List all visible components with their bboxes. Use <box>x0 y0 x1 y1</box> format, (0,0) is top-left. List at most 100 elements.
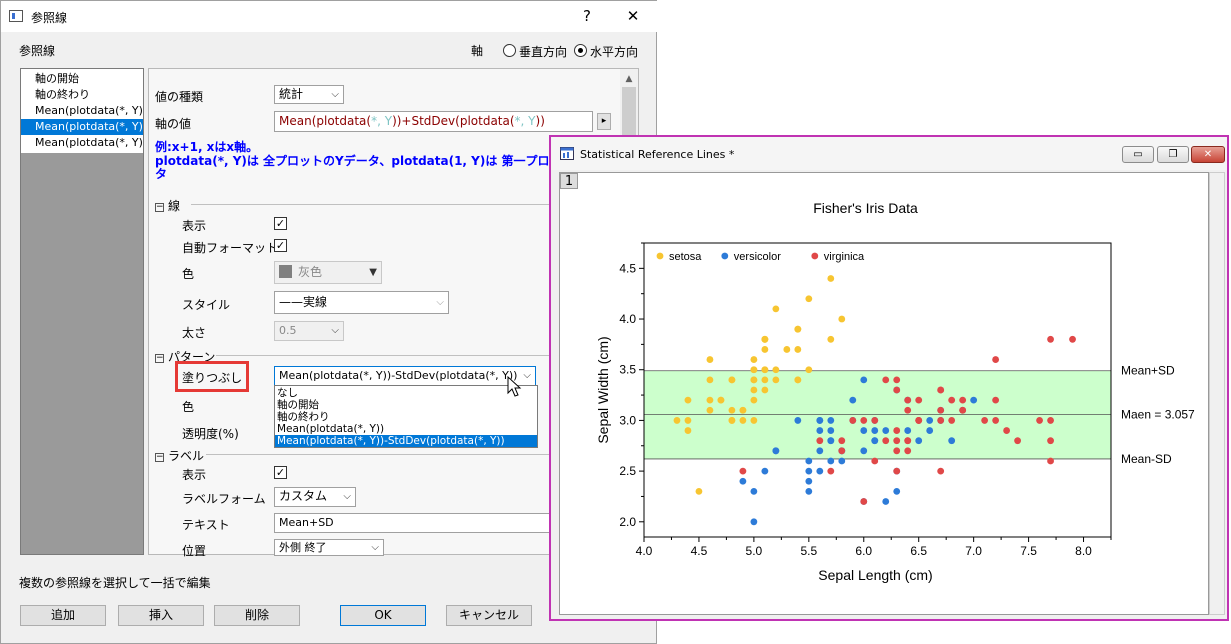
x-tick-label: 4.0 <box>636 544 653 558</box>
data-point-setosa <box>772 376 780 384</box>
tree-item[interactable]: 軸の終わり <box>21 87 143 103</box>
label-section-header[interactable]: − ラベル <box>155 447 204 464</box>
graph-canvas[interactable]: Mean+SD Maen = 3.057 Mean-SD 4.0 4.5 5.0 5.5 6.… <box>559 172 1209 615</box>
page-tab[interactable]: 1 <box>560 173 578 189</box>
data-point-setosa <box>706 396 714 404</box>
data-point-versicolor <box>838 457 846 465</box>
data-point-setosa <box>695 487 703 495</box>
data-point-setosa <box>728 417 736 424</box>
data-point-setosa <box>728 376 736 384</box>
data-point-virginica <box>1047 437 1054 445</box>
x-tick-label: 7.5 <box>1020 544 1037 558</box>
data-point-setosa <box>827 335 835 343</box>
line-color-select[interactable]: 灰色 ▼ <box>274 261 382 284</box>
line-width-select[interactable]: 0.5 ⌵ <box>274 321 344 341</box>
data-point-virginica <box>948 417 956 424</box>
dialog-title-bar[interactable]: 参照線 ? ✕ <box>1 1 658 32</box>
value-type-select[interactable]: 統計 ⌵ <box>274 85 344 104</box>
tree-item[interactable]: Mean(plotdata(*, Y)) <box>21 103 143 119</box>
auto-format-checkbox[interactable]: ✓ <box>274 239 287 252</box>
data-point-virginica <box>893 376 901 384</box>
data-point-setosa <box>794 325 802 333</box>
expand-formula-button[interactable]: ▸ <box>597 113 611 130</box>
label-text-label: テキスト <box>182 518 230 532</box>
line-style-select[interactable]: ——実線 ⌵ <box>274 291 449 314</box>
collapse-icon[interactable]: − <box>155 354 164 363</box>
close-icon[interactable]: ✕ <box>1191 146 1225 163</box>
scatter-plot[interactable]: Mean+SD Maen = 3.057 Mean-SD 4.0 4.5 5.0 5.5 6.… <box>560 173 1208 614</box>
data-point-virginica <box>893 427 901 434</box>
help-button[interactable]: ? <box>577 6 597 26</box>
collapse-icon[interactable]: − <box>155 203 164 212</box>
data-point-setosa <box>838 315 846 323</box>
line-style-value: ——実線 <box>279 295 328 309</box>
canvas-scrollbar[interactable] <box>1209 172 1225 615</box>
tree-item-selected[interactable]: Mean(plotdata(*, Y)) <box>21 119 143 135</box>
data-point-virginica <box>882 437 890 445</box>
data-point-virginica <box>838 437 846 445</box>
data-point-setosa <box>750 376 758 384</box>
dropdown-option[interactable]: 軸の開始 <box>275 399 537 411</box>
dropdown-option[interactable]: なし <box>275 387 537 399</box>
tree-item[interactable]: 軸の開始 <box>21 71 143 87</box>
data-point-setosa <box>706 406 714 414</box>
legend-marker <box>811 252 819 260</box>
data-point-setosa <box>805 366 813 374</box>
fill-dropdown-list[interactable]: なし 軸の開始 軸の終わり Mean(plotdata(*, Y)) Mean(… <box>274 385 538 448</box>
graph-window-icon <box>560 147 574 160</box>
data-point-versicolor <box>871 427 879 434</box>
data-point-versicolor <box>794 417 802 424</box>
cancel-button[interactable]: キャンセル <box>446 605 532 626</box>
data-point-setosa <box>783 346 791 353</box>
delete-button[interactable]: 削除 <box>214 605 300 626</box>
data-point-setosa <box>750 356 758 363</box>
data-point-versicolor <box>739 477 747 485</box>
data-point-versicolor <box>816 417 824 424</box>
data-point-versicolor <box>805 487 813 495</box>
reference-line-tree[interactable]: 軸の開始 軸の終わり Mean(plotdata(*, Y)) Mean(plo… <box>20 68 144 555</box>
data-point-virginica <box>937 386 945 394</box>
y-tick-label: 3.0 <box>619 413 636 427</box>
data-point-versicolor <box>849 396 857 404</box>
line-section-header[interactable]: − 線 <box>155 197 180 214</box>
line-style-label: スタイル <box>182 298 231 312</box>
maximize-icon[interactable]: ❐ <box>1157 146 1189 163</box>
label-section-title: ラベル <box>168 449 205 463</box>
graph-title-bar[interactable]: Statistical Reference Lines * ▭ ❐ ✕ <box>551 137 1227 170</box>
line-show-checkbox[interactable]: ✓ <box>274 217 287 230</box>
data-point-virginica <box>992 396 1000 404</box>
close-icon[interactable]: ✕ <box>623 6 643 26</box>
label-show-checkbox[interactable]: ✓ <box>274 466 287 479</box>
axis-value-input[interactable]: Mean(plotdata(*, Y))+StdDev(plotdata(*, … <box>274 111 593 132</box>
tree-item[interactable]: Mean(plotdata(*, Y)) <box>21 135 143 151</box>
fill-select[interactable]: Mean(plotdata(*, Y))-StdDev(plotdata(*, … <box>274 366 536 386</box>
line-section-title: 線 <box>168 199 181 213</box>
add-button[interactable]: 追加 <box>20 605 106 626</box>
line-show-label: 表示 <box>182 219 207 233</box>
label-form-select[interactable]: カスタム ⌵ <box>274 487 356 507</box>
data-point-setosa <box>761 366 769 374</box>
data-point-versicolor <box>816 427 824 434</box>
minimize-icon[interactable]: ▭ <box>1122 146 1154 163</box>
scroll-up-icon[interactable]: ▲ <box>620 71 638 87</box>
dropdown-option[interactable]: Mean(plotdata(*, Y)) <box>275 423 537 435</box>
insert-button[interactable]: 挿入 <box>118 605 204 626</box>
data-point-versicolor <box>915 437 923 445</box>
chevron-down-icon: ⌵ <box>436 297 444 308</box>
radio-horizontal[interactable] <box>574 44 587 57</box>
data-point-setosa <box>684 396 692 404</box>
dropdown-option-selected[interactable]: Mean(plotdata(*, Y))-StdDev(plotdata(*, … <box>275 435 537 447</box>
label-text-input[interactable]: Mean+SD <box>274 513 551 533</box>
data-point-virginica <box>893 437 901 445</box>
label-position-value: 外側 終了 <box>279 541 327 554</box>
collapse-icon[interactable]: − <box>155 453 164 462</box>
radio-horizontal-label[interactable]: 水平方向 <box>590 43 638 60</box>
radio-vertical[interactable] <box>503 44 516 57</box>
y-tick-label: 3.5 <box>619 363 636 377</box>
label-position-select[interactable]: 外側 終了 ⌵ <box>274 539 384 556</box>
data-point-virginica <box>948 396 956 404</box>
dropdown-option[interactable]: 軸の終わり <box>275 411 537 423</box>
radio-vertical-label[interactable]: 垂直方向 <box>519 43 567 60</box>
reference-line-label: Maen = 3.057 <box>1121 408 1195 422</box>
ok-button[interactable]: OK <box>340 605 426 626</box>
